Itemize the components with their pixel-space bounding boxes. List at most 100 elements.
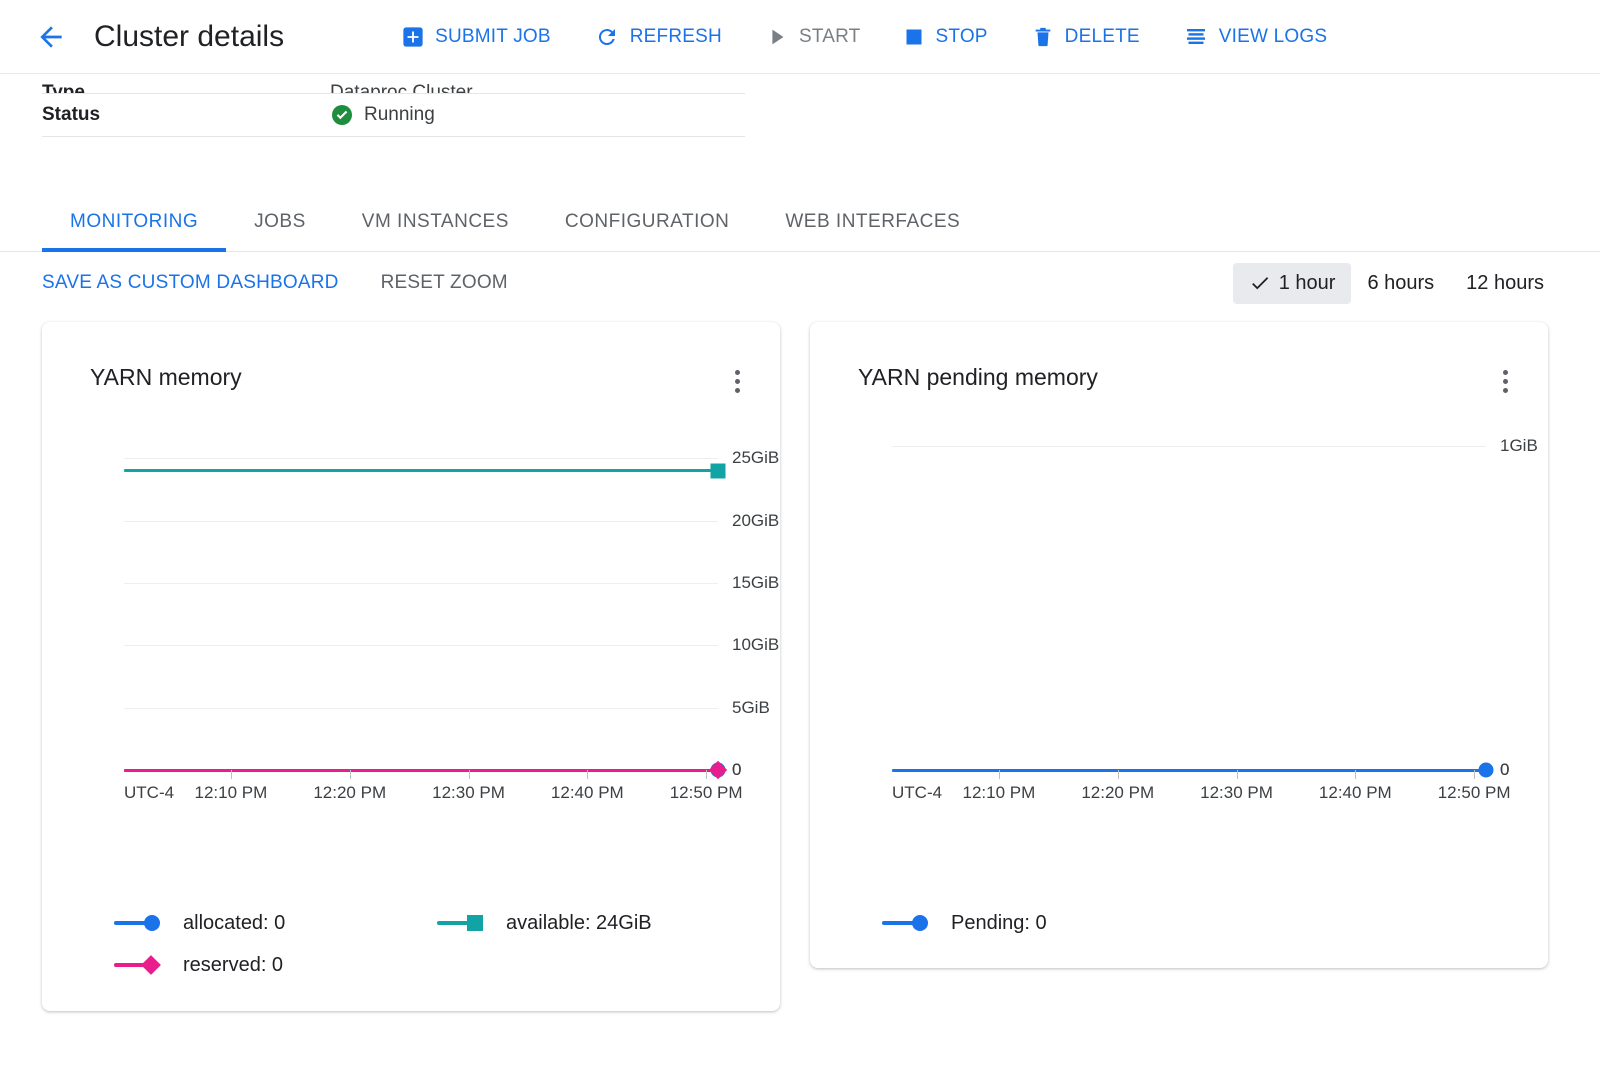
plus-box-icon: [402, 26, 424, 48]
y-axis-tick-label: 1GiB: [1500, 436, 1538, 455]
logs-lines-icon: [1184, 25, 1208, 49]
legend-swatch-allocated: [114, 915, 170, 931]
tab-monitoring[interactable]: MONITORING: [42, 211, 227, 252]
top-bar-actions: SUBMIT JOB REFRESH START STOP DELETE VIE…: [380, 17, 1349, 57]
tab-vm-instances[interactable]: VM INSTANCES: [334, 211, 537, 251]
detail-row-status: Status Running: [42, 94, 745, 137]
tab-configuration[interactable]: CONFIGURATION: [537, 211, 757, 251]
x-axis-tick-label: 12:40 PM: [1318, 783, 1392, 802]
x-axis-tick-mark: [468, 770, 470, 779]
status-badge: Running: [364, 104, 435, 125]
x-axis-tick-mark: [1117, 770, 1119, 779]
x-axis-tick-label: 12:50 PM: [1437, 783, 1511, 802]
x-axis-timezone-label: UTC-4: [124, 783, 175, 802]
chart-gridline: [124, 645, 718, 647]
x-axis-tick-mark: [1236, 770, 1238, 779]
legend-item-reserved[interactable]: reserved: 0: [114, 944, 437, 986]
tab-jobs[interactable]: JOBS: [226, 211, 334, 251]
x-axis-tick-label: 12:50 PM: [669, 783, 743, 802]
monitoring-toolbar: SAVE AS CUSTOM DASHBOARD RESET ZOOM 1 ho…: [0, 252, 1600, 314]
chart-card-header: YARN memory: [42, 322, 780, 398]
stop-button[interactable]: STOP: [882, 18, 1009, 56]
series-endpoint-label-Pending: 0: [1500, 760, 1510, 779]
charts-grid: YARN memory 0 5GiB 10GiB 15GiB 20GiB 25GiB 0 UT…: [0, 314, 1600, 1011]
start-button[interactable]: START: [744, 18, 883, 56]
y-axis-tick-label: 5GiB: [732, 697, 770, 717]
y-axis-tick-label: 20GiB: [732, 510, 780, 530]
chart-card-header: YARN pending memory: [810, 322, 1548, 398]
series-endpoint-marker-reserved: [708, 760, 728, 780]
chart-gridline: [124, 520, 718, 522]
chart-plot-area[interactable]: 0 1GiB 0 UTC-4 12:10 PM 12:20 PM 12:30 PM 12:40…: [810, 418, 1548, 888]
time-range-6-hours[interactable]: 6 hours: [1351, 263, 1450, 304]
legend-item-available[interactable]: available: 24GiB: [437, 902, 760, 944]
kebab-menu-icon[interactable]: [720, 364, 754, 398]
chart-gridline: [124, 583, 718, 585]
legend-swatch-available: [437, 915, 493, 931]
legend-swatch-reserved: [114, 955, 170, 975]
check-icon: [1249, 272, 1271, 294]
x-axis-tick-label: 12:30 PM: [432, 783, 505, 802]
page-title: Cluster details: [94, 19, 285, 53]
legend-label-reserved: reserved: 0: [183, 953, 284, 976]
x-axis-tick-label: 12:20 PM: [1081, 783, 1155, 802]
delete-label: DELETE: [1064, 25, 1140, 47]
chart-gridline: [124, 458, 718, 460]
chart-card-yarn-memory: YARN memory 0 5GiB 10GiB 15GiB 20GiB 25GiB 0 UT…: [42, 322, 780, 1011]
series-endpoint-label-reserved: 0: [732, 760, 742, 779]
chart-gridline: [124, 707, 718, 709]
play-icon: [766, 26, 788, 48]
y-axis-tick-label: 15GiB: [732, 573, 780, 593]
stop-label: STOP: [935, 25, 988, 47]
kebab-menu-icon[interactable]: [1488, 364, 1522, 398]
time-range-1-hour-label: 1 hour: [1278, 271, 1336, 294]
detail-label-type: Type: [42, 82, 85, 94]
chart-title: YARN pending memory: [858, 364, 1098, 390]
legend-label-Pending: Pending: 0: [951, 911, 1047, 934]
legend-swatch-Pending: [882, 915, 938, 931]
detail-value-type: Dataproc Cluster: [330, 82, 473, 94]
submit-job-button[interactable]: SUBMIT JOB: [380, 18, 573, 56]
legend-item-Pending[interactable]: Pending: 0: [882, 902, 1528, 944]
x-axis-tick-mark: [349, 770, 351, 779]
series-endpoint-marker-Pending: [1478, 762, 1494, 778]
x-axis-tick-mark: [1474, 770, 1476, 779]
refresh-icon: [595, 25, 619, 49]
time-range-12-hours-label: 12 hours: [1466, 271, 1544, 294]
chart-gridline: [892, 446, 1486, 447]
x-axis-tick-label: 12:40 PM: [550, 783, 624, 802]
chart-title: YARN memory: [90, 364, 242, 390]
x-axis-tick-label: 12:30 PM: [1200, 783, 1273, 802]
tab-bar: MONITORING JOBS VM INSTANCES CONFIGURATI…: [0, 184, 1600, 252]
trash-icon: [1032, 26, 1054, 48]
series-line-reserved: [124, 768, 718, 772]
start-label: START: [798, 25, 861, 47]
check-circle-icon: [330, 103, 354, 127]
submit-job-label: SUBMIT JOB: [435, 25, 551, 47]
arrow-left-icon[interactable]: [30, 16, 72, 58]
stop-square-icon: [904, 27, 924, 47]
tab-web-interfaces[interactable]: WEB INTERFACES: [757, 211, 988, 251]
detail-value-status: Running: [330, 103, 435, 127]
x-axis-tick-mark: [230, 770, 232, 779]
view-logs-label: VIEW LOGS: [1218, 25, 1328, 47]
chart-plot-area[interactable]: 0 5GiB 10GiB 15GiB 20GiB 25GiB 0 UTC-4 12:10 PM 1…: [42, 418, 780, 888]
time-range-group: 1 hour 6 hours 12 hours: [1232, 262, 1560, 304]
time-range-1-hour[interactable]: 1 hour: [1232, 262, 1352, 304]
x-axis-tick-label: 12:10 PM: [962, 783, 1036, 802]
y-axis-tick-label: 25GiB: [732, 448, 780, 468]
x-axis-tick-mark: [706, 770, 708, 779]
reset-zoom-button[interactable]: RESET ZOOM: [381, 266, 508, 300]
time-range-12-hours[interactable]: 12 hours: [1450, 263, 1560, 304]
legend-item-allocated[interactable]: allocated: 0: [114, 902, 437, 944]
x-axis-tick-mark: [587, 770, 589, 779]
refresh-label: REFRESH: [629, 25, 722, 47]
x-axis-tick-mark: [1355, 770, 1357, 779]
series-endpoint-marker-available: [710, 463, 726, 479]
x-axis-tick-label: 12:20 PM: [313, 783, 387, 802]
refresh-button[interactable]: REFRESH: [573, 17, 744, 57]
delete-button[interactable]: DELETE: [1010, 18, 1162, 56]
view-logs-button[interactable]: VIEW LOGS: [1162, 17, 1349, 57]
save-as-custom-dashboard-button[interactable]: SAVE AS CUSTOM DASHBOARD: [42, 266, 339, 300]
legend-label-available: available: 24GiB: [506, 911, 652, 934]
